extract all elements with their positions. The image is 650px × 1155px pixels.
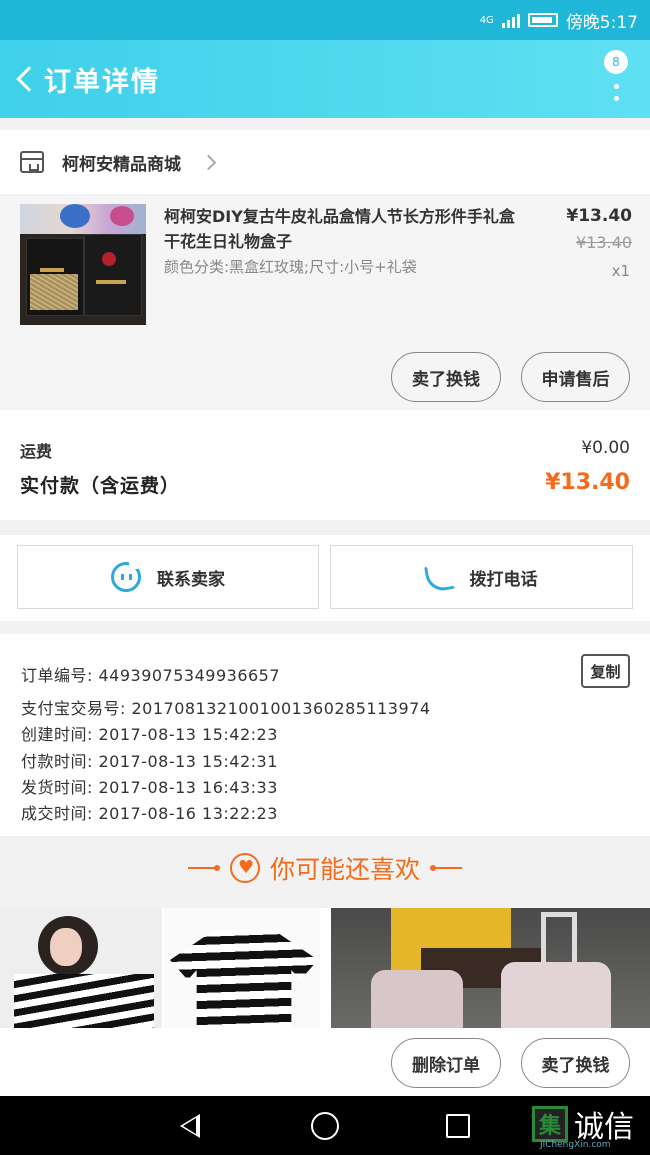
copy-button[interactable]: 复制: [581, 654, 630, 688]
watermark-url: JiChengXin.com: [540, 1140, 611, 1150]
shop-icon: [20, 151, 44, 173]
shipping-label: 运费: [20, 442, 53, 461]
chevron-right-icon: [200, 154, 217, 170]
shop-row[interactable]: 柯柯安精品商城: [0, 130, 650, 194]
divider-right: [430, 865, 462, 871]
created-time: 创建时间: 2017-08-13 15:42:23: [21, 725, 278, 744]
heart-icon: [229, 853, 260, 883]
status-bar: 4G 傍晚5:17: [0, 0, 650, 40]
after-sale-button[interactable]: 申请售后: [521, 352, 630, 402]
phone-icon: [423, 560, 456, 594]
product-name: 柯柯安DIY复古牛皮礼品盒情人节长方形件手礼盒干花生日礼物盒子: [164, 207, 515, 251]
back-icon[interactable]: [4, 40, 44, 118]
paid-time: 付款时间: 2017-08-13 15:42:31: [21, 752, 278, 771]
recommend-header: 你可能还喜欢: [0, 840, 650, 896]
recommend-item-image[interactable]: [164, 908, 320, 1028]
network-label: 4G: [479, 14, 494, 26]
recommend-gallery: [0, 908, 650, 1028]
resell-button-bottom[interactable]: 卖了换钱: [521, 1038, 630, 1088]
product-price: ¥13.40: [566, 206, 632, 226]
divider-left: [187, 865, 220, 871]
more-icon[interactable]: 8: [604, 50, 628, 106]
clock: 傍晚5:17: [565, 12, 638, 33]
recommend-item-image[interactable]: [0, 908, 162, 1028]
app-header: 订单详情 8: [0, 40, 650, 118]
total-value: ¥13.40: [545, 470, 630, 495]
contact-seller-button[interactable]: 联系卖家: [17, 545, 319, 609]
watermark-char: 集: [532, 1106, 568, 1142]
shop-name: 柯柯安精品商城: [62, 154, 181, 175]
contact-seller-label: 联系卖家: [157, 569, 225, 590]
fee-summary: 运费 ¥0.00 实付款（含运费） ¥13.40: [0, 410, 650, 520]
product-image[interactable]: [20, 204, 146, 325]
resell-button[interactable]: 卖了换钱: [391, 352, 501, 402]
nav-home-icon[interactable]: [311, 1112, 339, 1140]
shipping-value: ¥0.00: [581, 438, 630, 458]
product-quantity: x1: [611, 262, 630, 280]
shipped-time: 发货时间: 2017-08-13 16:43:33: [21, 778, 278, 797]
battery-icon: [527, 13, 558, 27]
product-item[interactable]: 柯柯安DIY复古牛皮礼品盒情人节长方形件手礼盒干花生日礼物盒子 颜色分类:黑盒红…: [0, 196, 650, 408]
order-info: 订单编号: 44939075349936657 复制 支付宝交易号: 20170…: [0, 634, 650, 836]
nav-back-icon[interactable]: [180, 1114, 200, 1138]
bottom-action-bar: 删除订单 卖了换钱: [0, 1028, 650, 1096]
total-label: 实付款（含运费）: [20, 475, 181, 497]
notification-badge: 8: [604, 50, 628, 74]
delete-order-button[interactable]: 删除订单: [391, 1038, 501, 1088]
page-title: 订单详情: [44, 66, 160, 98]
nav-recent-icon[interactable]: [446, 1114, 470, 1138]
recommend-title: 你可能还喜欢: [269, 855, 420, 884]
closed-time: 成交时间: 2017-08-16 13:22:23: [21, 804, 278, 823]
call-phone-label: 拨打电话: [469, 569, 538, 590]
system-nav-bar: 集 诚信 JiChengXin.com: [0, 1096, 650, 1155]
recommend-item-image[interactable]: [331, 908, 650, 1028]
chat-icon: [111, 560, 141, 592]
signal-icon: [501, 12, 520, 28]
product-original-price: ¥13.40: [576, 233, 632, 252]
order-number: 订单编号: 44939075349936657: [21, 666, 281, 685]
contact-section: 联系卖家 拨打电话: [0, 535, 650, 621]
product-spec: 颜色分类:黑盒红玫瑰;尺寸:小号+礼袋: [164, 258, 417, 276]
call-phone-button[interactable]: 拨打电话: [330, 545, 633, 609]
alipay-number: 支付宝交易号: 2017081321001001360285113974: [21, 699, 431, 718]
